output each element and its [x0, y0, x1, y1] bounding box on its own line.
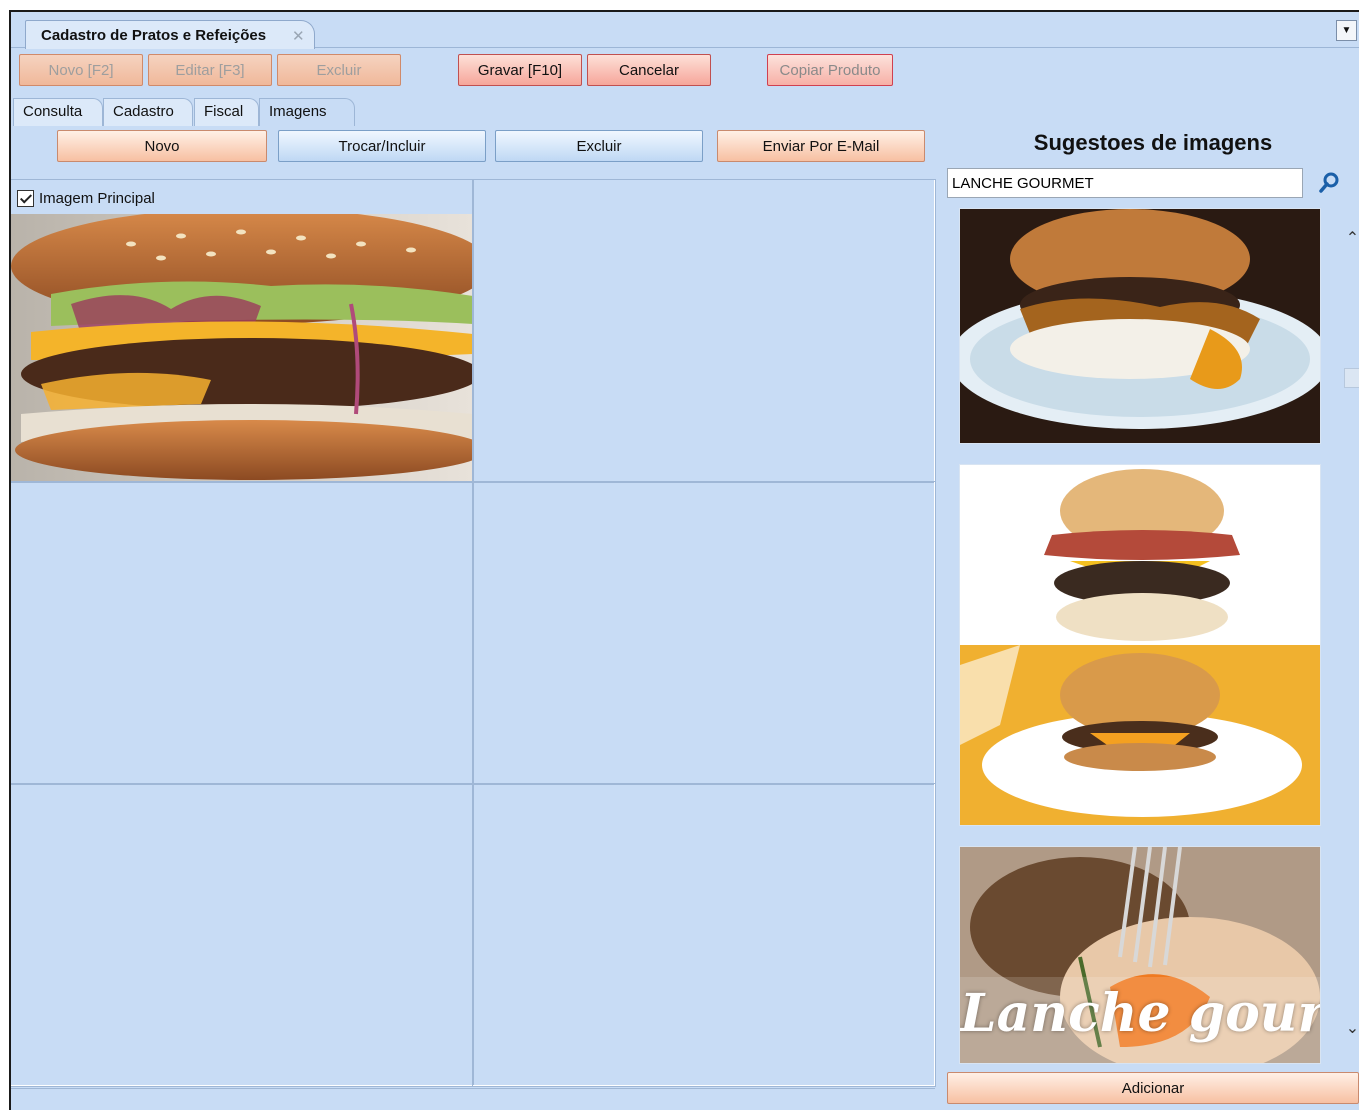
suggestion-image-1: [960, 209, 1320, 443]
suggestion-thumb-1[interactable]: [959, 208, 1321, 444]
novo-button[interactable]: Novo [F2]: [19, 54, 143, 86]
tab-imagens[interactable]: Imagens: [259, 98, 355, 126]
document-tab-title: Cadastro de Pratos e Refeições: [41, 26, 267, 44]
adicionar-button[interactable]: Adicionar: [947, 1072, 1359, 1104]
image-slot-2[interactable]: [472, 179, 936, 483]
suggestion-thumb-3-overlay-text: Lanche gourmet:: [960, 983, 1321, 1044]
suggestions-scrollbar[interactable]: ⌃ ⌄: [1344, 208, 1359, 1064]
section-tabs: Consulta Cadastro Fiscal Imagens: [11, 98, 1359, 126]
tab-cadastro[interactable]: Cadastro: [103, 98, 193, 126]
search-icon[interactable]: [1318, 170, 1342, 194]
document-tab[interactable]: Cadastro de Pratos e Refeições ✕: [25, 20, 315, 49]
scroll-down-icon[interactable]: ⌄: [1344, 1018, 1359, 1040]
scroll-thumb[interactable]: [1344, 368, 1359, 388]
image-slot-6[interactable]: [472, 783, 936, 1087]
imagem-principal-checkbox[interactable]: [17, 190, 34, 207]
cancelar-button[interactable]: Cancelar: [587, 54, 711, 86]
main-burger-image: [11, 214, 473, 482]
nova-imagem-button[interactable]: Novo: [57, 130, 267, 162]
enviar-email-button[interactable]: Enviar Por E-Mail: [717, 130, 925, 162]
app-window: Cadastro de Pratos e Refeições ✕ ▼ Novo …: [9, 10, 1359, 1110]
excluir-button[interactable]: Excluir: [277, 54, 401, 86]
excluir-imagem-button[interactable]: Excluir: [495, 130, 703, 162]
tab-fiscal[interactable]: Fiscal: [194, 98, 259, 126]
suggestion-thumb-3[interactable]: Lanche gourmet:: [959, 846, 1321, 1064]
gravar-button[interactable]: Gravar [F10]: [458, 54, 582, 86]
close-icon[interactable]: ✕: [292, 27, 305, 45]
image-slot-5[interactable]: [11, 783, 474, 1087]
suggestion-image-2: [960, 465, 1320, 825]
scroll-up-icon[interactable]: ⌃: [1344, 228, 1359, 250]
copiar-produto-button[interactable]: Copiar Produto: [767, 54, 893, 86]
editar-button[interactable]: Editar [F3]: [148, 54, 272, 86]
suggestions-list[interactable]: Lanche gourmet:: [937, 208, 1343, 1064]
tab-consulta[interactable]: Consulta: [13, 98, 103, 126]
image-grid: Imagem Principal: [11, 179, 936, 1088]
suggestions-search-input[interactable]: [947, 168, 1303, 198]
imagem-principal-checkbox-row[interactable]: Imagem Principal: [17, 190, 155, 207]
suggestions-title: Sugestoes de imagens: [1033, 130, 1273, 155]
imagem-principal-label: Imagem Principal: [39, 190, 155, 207]
image-slot-4[interactable]: [472, 481, 936, 785]
trocar-incluir-button[interactable]: Trocar/Incluir: [278, 130, 486, 162]
window-menu-dropdown[interactable]: ▼: [1336, 20, 1357, 41]
image-slot-3[interactable]: [11, 481, 474, 785]
suggestion-thumb-2[interactable]: [959, 464, 1321, 826]
document-tab-strip: Cadastro de Pratos e Refeições ✕ ▼: [11, 12, 1359, 49]
bottom-strip: [11, 1088, 935, 1110]
image-slot-main[interactable]: Imagem Principal: [11, 179, 474, 483]
